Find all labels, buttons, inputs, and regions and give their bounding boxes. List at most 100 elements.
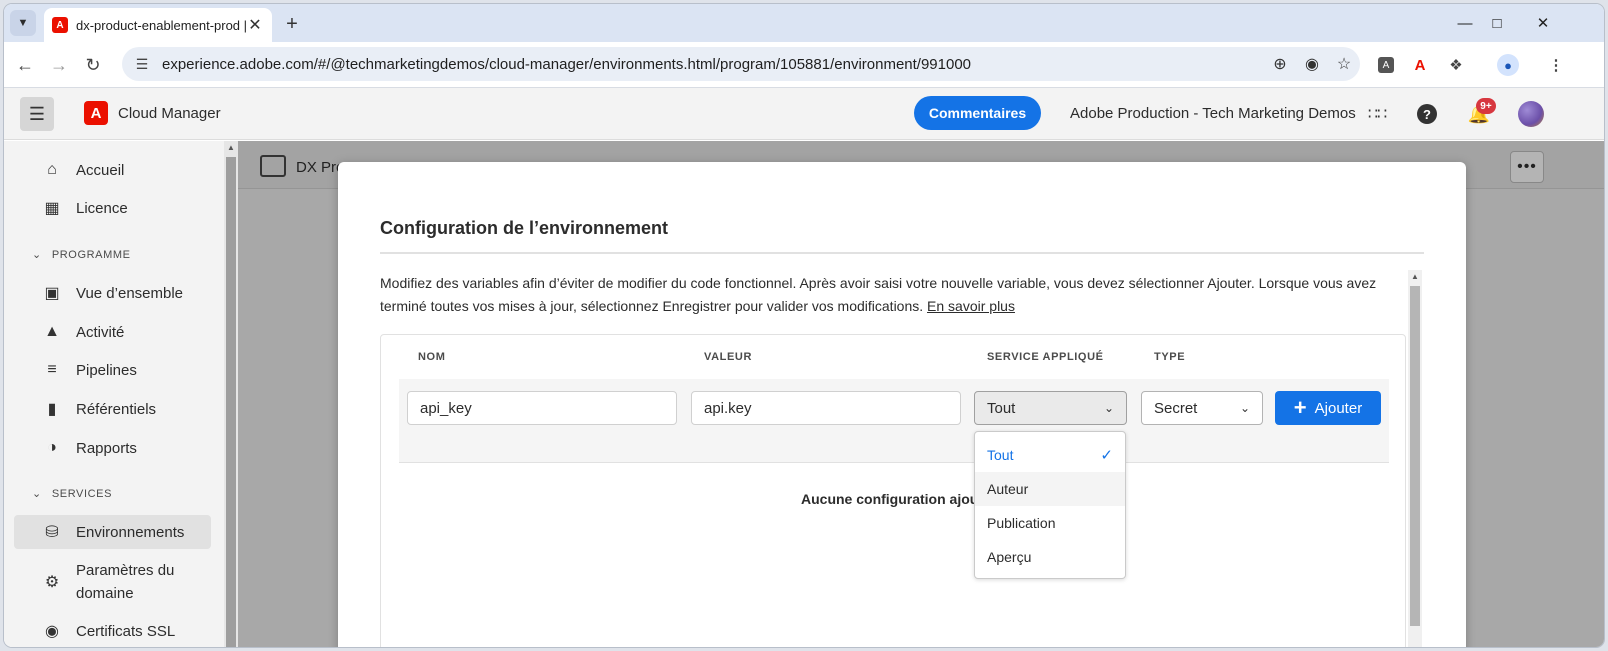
eye-off-icon[interactable]: ◉ bbox=[1296, 54, 1328, 74]
help-icon: ? bbox=[1417, 104, 1437, 124]
reload-icon: ↻ bbox=[85, 54, 101, 75]
learn-more-link[interactable]: En savoir plus bbox=[927, 298, 1015, 314]
back-button[interactable]: ← bbox=[12, 52, 38, 78]
service-picker[interactable]: Tout ⌄ bbox=[974, 391, 1127, 425]
app-name: Cloud Manager bbox=[118, 105, 221, 122]
sidebar-item-rapports[interactable]: ◑ Rapports bbox=[14, 431, 211, 465]
menu-item-publication[interactable]: Publication bbox=[975, 506, 1125, 540]
sidebar-item-label: Activité bbox=[76, 323, 125, 341]
sidebar-item-label: Environnements bbox=[76, 523, 185, 541]
zoom-icon[interactable]: ⊕ bbox=[1264, 54, 1296, 74]
sidebar-item-label: Certificats SSL bbox=[76, 622, 176, 640]
add-button[interactable]: + Ajouter bbox=[1275, 391, 1381, 425]
sidebar-item-parametres-domaine[interactable]: ⚙ Paramètres du domaine bbox=[14, 559, 211, 605]
close-tab-icon[interactable]: ✕ bbox=[246, 15, 264, 35]
star-icon[interactable]: ☆ bbox=[1328, 54, 1360, 74]
close-window-button[interactable]: ✕ bbox=[1520, 12, 1566, 34]
sidebar-item-activite[interactable]: ▲ Activité bbox=[14, 315, 211, 349]
reload-button[interactable]: ↻ bbox=[80, 52, 106, 78]
column-header-nom: NOM bbox=[418, 351, 446, 363]
tab-search-button[interactable]: ▼ bbox=[10, 10, 36, 36]
database-icon: ⛁ bbox=[45, 524, 59, 541]
browser-window: ▼ A dx-product-enablement-prod | ✕ + — □… bbox=[4, 4, 1604, 647]
profile-icon[interactable]: ● bbox=[1496, 54, 1520, 76]
site-settings-icon[interactable]: ☰ bbox=[132, 56, 152, 73]
sidebar-item-vue-ensemble[interactable]: ▣ Vue d’ensemble bbox=[14, 276, 211, 310]
lock-icon: ◉ bbox=[45, 623, 59, 640]
new-variable-row: Tout ⌄ Secret ⌄ + Ajouter bbox=[399, 379, 1389, 463]
chevron-down-icon: ⌄ bbox=[1103, 401, 1114, 415]
feedback-button[interactable]: Commentaires bbox=[914, 96, 1041, 130]
chevron-down-icon: ⌄ bbox=[1239, 401, 1250, 415]
section-programme[interactable]: ⌄ PROGRAMME bbox=[32, 248, 131, 262]
home-icon: ⌂ bbox=[47, 161, 57, 178]
browser-toolbar: ← → ↻ ☰ experience.adobe.com/#/@techmark… bbox=[4, 42, 1604, 88]
column-header-valeur: VALEUR bbox=[704, 351, 753, 363]
menu-toggle-button[interactable]: ☰ bbox=[20, 97, 54, 131]
sidebar-item-label: Rapports bbox=[76, 439, 137, 457]
sidebar-item-label: Vue d’ensemble bbox=[76, 284, 184, 302]
browser-menu-icon[interactable]: ⋮ bbox=[1544, 54, 1568, 76]
sidebar-scrollbar[interactable]: ▲ bbox=[224, 141, 238, 647]
add-button-label: Ajouter bbox=[1314, 399, 1363, 417]
value-input[interactable] bbox=[691, 391, 961, 425]
hamburger-icon: ☰ bbox=[28, 103, 46, 124]
sidebar-item-environnements[interactable]: ⛁ Environnements bbox=[14, 515, 211, 549]
arrow-right-icon: → bbox=[50, 54, 68, 75]
puzzle-icon[interactable]: ❖ bbox=[1444, 54, 1468, 76]
plus-icon: + bbox=[1293, 395, 1307, 420]
sidebar-item-accueil[interactable]: ⌂ Accueil bbox=[14, 153, 211, 187]
forward-button[interactable]: → bbox=[46, 52, 72, 78]
divider bbox=[380, 252, 1424, 254]
scrollbar-thumb[interactable] bbox=[1410, 286, 1420, 626]
menu-item-auteur[interactable]: Auteur bbox=[975, 472, 1125, 506]
help-button[interactable]: ? bbox=[1414, 101, 1440, 127]
overview-icon: ▣ bbox=[44, 285, 60, 302]
sidebar-item-licence[interactable]: ▦ Licence bbox=[14, 191, 211, 225]
menu-item-apercu[interactable]: Aperçu bbox=[975, 540, 1125, 574]
gear-icon: ⚙ bbox=[44, 573, 60, 591]
sidebar-item-referentiels[interactable]: ▮ Référentiels bbox=[14, 392, 211, 426]
column-header-type: TYPE bbox=[1154, 351, 1186, 363]
chevron-down-icon: ⌄ bbox=[32, 488, 42, 500]
scroll-up-icon[interactable]: ▲ bbox=[224, 143, 238, 152]
pipeline-icon: ≡ bbox=[47, 361, 57, 378]
name-input[interactable] bbox=[407, 391, 677, 425]
section-services[interactable]: ⌄ SERVICES bbox=[32, 487, 112, 501]
dialog-title: Configuration de l’environnement bbox=[380, 218, 669, 238]
acrobat-extension-icon[interactable]: A bbox=[1408, 54, 1432, 76]
type-picker[interactable]: Secret ⌄ bbox=[1141, 391, 1263, 425]
avatar[interactable] bbox=[1518, 101, 1544, 127]
arrow-left-icon: ← bbox=[16, 54, 34, 75]
plus-icon: + bbox=[286, 12, 298, 35]
sidebar-item-label: Pipelines bbox=[76, 361, 137, 379]
tab-title: dx-product-enablement-prod | bbox=[76, 17, 246, 33]
more-actions-button[interactable]: ••• bbox=[1510, 151, 1544, 183]
minimize-icon: — bbox=[1457, 14, 1473, 32]
environment-config-dialog: Configuration de l’environnement Modifie… bbox=[338, 162, 1466, 647]
org-switcher[interactable]: Adobe Production - Tech Marketing Demos bbox=[1070, 105, 1356, 122]
checkmark-icon: ✓ bbox=[1100, 447, 1113, 464]
sidebar-item-certificats-ssl[interactable]: ◉ Certificats SSL bbox=[14, 614, 211, 647]
column-header-service: SERVICE APPLIQUÉ bbox=[987, 351, 1104, 363]
address-bar[interactable]: ☰ experience.adobe.com/#/@techmarketingd… bbox=[122, 47, 1360, 81]
close-icon: ✕ bbox=[1536, 15, 1550, 32]
apps-grid-icon[interactable]: ∷∷ bbox=[1364, 101, 1390, 127]
maximize-icon: □ bbox=[1492, 14, 1502, 32]
scroll-up-icon[interactable]: ▲ bbox=[1408, 272, 1422, 281]
new-tab-button[interactable]: + bbox=[280, 12, 304, 36]
sidebar-item-label: Référentiels bbox=[76, 400, 157, 418]
program-icon bbox=[260, 155, 286, 177]
maximize-button[interactable]: □ bbox=[1474, 12, 1520, 34]
extension-a-icon[interactable]: A bbox=[1374, 54, 1398, 76]
bell-icon: ▲ bbox=[44, 323, 60, 340]
type-picker-value: Secret bbox=[1154, 399, 1198, 417]
browser-tab-active[interactable]: A dx-product-enablement-prod | ✕ bbox=[44, 8, 272, 42]
adobe-logo-icon: A bbox=[84, 101, 108, 125]
folder-icon: ▮ bbox=[47, 401, 57, 418]
sidebar-item-pipelines[interactable]: ≡ Pipelines bbox=[14, 353, 211, 387]
dialog-scrollbar[interactable]: ▲ bbox=[1408, 270, 1422, 647]
menu-item-tout[interactable]: Tout ✓ bbox=[975, 438, 1125, 472]
scrollbar-thumb[interactable] bbox=[226, 157, 236, 647]
url-text[interactable]: experience.adobe.com/#/@techmarketingdem… bbox=[162, 56, 1264, 73]
